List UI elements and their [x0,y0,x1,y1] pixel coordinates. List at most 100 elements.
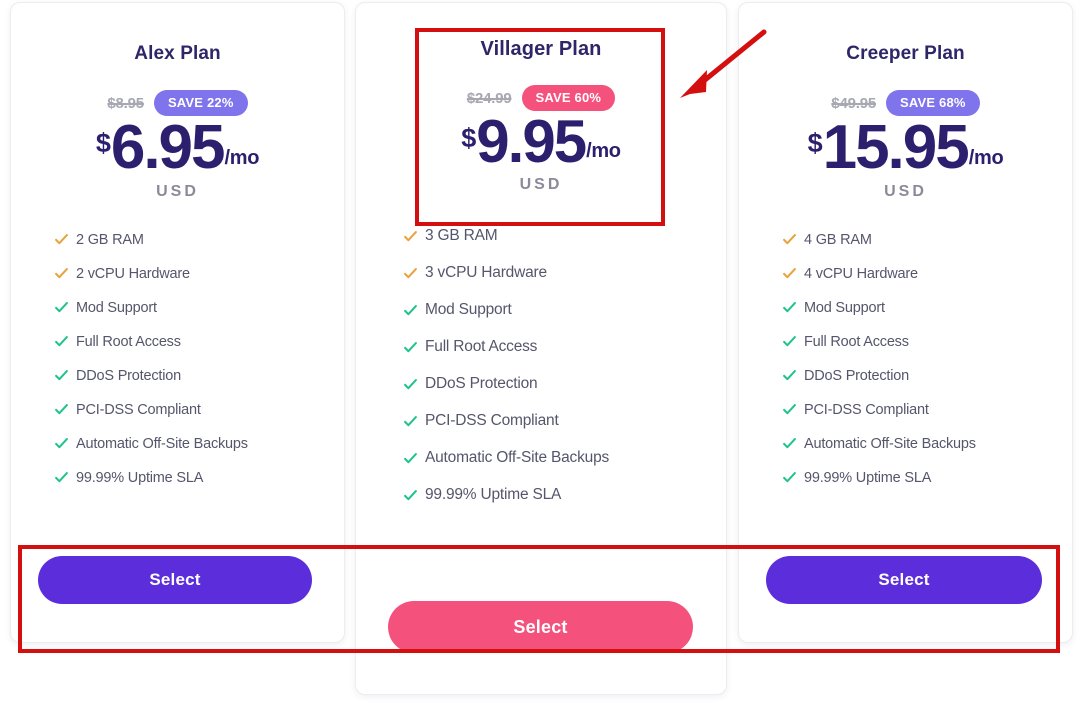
feature-label: Automatic Off-Site Backups [804,435,976,452]
list-item: Full Root Access [55,325,344,359]
pricing-card-alex[interactable]: Alex Plan $8.95 SAVE 22% $ 6.95 /mo USD … [10,2,345,643]
feature-label: 2 vCPU Hardware [76,265,190,282]
pricing-card-creeper[interactable]: Creeper Plan $49.95 SAVE 68% $ 15.95 /mo… [738,2,1073,643]
list-item: 99.99% Uptime SLA [404,477,726,514]
check-icon [55,403,68,416]
pricing-page: Alex Plan $8.95 SAVE 22% $ 6.95 /mo USD … [0,0,1083,703]
list-item: 2 vCPU Hardware [55,257,344,291]
check-icon [783,437,796,450]
feature-label: DDoS Protection [425,375,538,393]
current-price: $ 9.95 /mo [356,108,726,175]
select-button-villager[interactable]: Select [388,601,693,653]
old-price: $49.95 [831,94,876,112]
feature-label: Full Root Access [76,333,181,350]
plan-title: Villager Plan [480,38,602,60]
list-item: Automatic Off-Site Backups [404,440,726,477]
price-amount: 9.95 [476,108,587,175]
check-icon [783,403,796,416]
check-icon [783,233,796,246]
select-button-alex[interactable]: Select [38,556,312,604]
price-period: /mo [968,146,1004,169]
feature-label: 4 vCPU Hardware [804,265,918,282]
feature-label: Mod Support [425,301,512,319]
feature-label: PCI-DSS Compliant [425,412,559,430]
price-amount: 6.95 [110,113,226,182]
check-icon [404,378,417,391]
plan-title: Alex Plan [134,43,221,64]
feature-label: Automatic Off-Site Backups [76,435,248,452]
price-amount: 15.95 [822,113,970,182]
list-item: 3 vCPU Hardware [404,255,726,292]
feature-label: PCI-DSS Compliant [804,401,929,418]
list-item: Mod Support [783,291,1072,325]
feature-label: 2 GB RAM [76,231,144,248]
list-item: Full Root Access [783,325,1072,359]
feature-label: Mod Support [804,299,885,316]
feature-label: DDoS Protection [804,367,909,384]
check-icon [404,341,417,354]
list-item: Automatic Off-Site Backups [783,427,1072,461]
check-icon [55,267,68,280]
currency-symbol: $ [807,128,823,158]
list-item: PCI-DSS Compliant [783,393,1072,427]
list-item: Automatic Off-Site Backups [55,427,344,461]
feature-label: 99.99% Uptime SLA [76,469,204,486]
feature-label: Mod Support [76,299,157,316]
feature-label: 3 vCPU Hardware [425,264,547,282]
feature-list: 3 GB RAM 3 vCPU Hardware Mod Support Ful… [404,218,726,514]
list-item: 99.99% Uptime SLA [55,461,344,495]
list-item: Mod Support [404,292,726,329]
check-icon [783,335,796,348]
list-item: PCI-DSS Compliant [404,403,726,440]
check-icon [404,415,417,428]
feature-label: 4 GB RAM [804,231,872,248]
check-icon [404,489,417,502]
check-icon [404,304,417,317]
check-icon [783,369,796,382]
select-button-creeper[interactable]: Select [766,556,1042,604]
check-icon [404,267,417,280]
pricing-card-villager[interactable]: Villager Plan $24.99 SAVE 60% $ 9.95 /mo… [355,2,727,695]
list-item: 3 GB RAM [404,218,726,255]
currency-symbol: $ [95,128,111,158]
currency-code: USD [519,175,563,193]
currency-symbol: $ [461,123,477,153]
list-item: 4 vCPU Hardware [783,257,1072,291]
feature-list: 2 GB RAM 2 vCPU Hardware Mod Support Ful… [55,223,344,495]
price-period: /mo [586,139,621,162]
list-item: DDoS Protection [783,359,1072,393]
currency-code: USD [156,182,199,200]
price-period: /mo [224,146,260,169]
current-price: $ 15.95 /mo [739,113,1072,182]
check-icon [783,301,796,314]
old-price: $8.95 [107,94,144,112]
check-icon [404,230,417,243]
list-item: DDoS Protection [404,366,726,403]
check-icon [55,437,68,450]
check-icon [55,471,68,484]
currency-code: USD [884,182,927,200]
list-item: Mod Support [55,291,344,325]
list-item: PCI-DSS Compliant [55,393,344,427]
feature-list: 4 GB RAM 4 vCPU Hardware Mod Support Ful… [783,223,1072,495]
feature-label: DDoS Protection [76,367,181,384]
list-item: 2 GB RAM [55,223,344,257]
check-icon [55,301,68,314]
list-item: DDoS Protection [55,359,344,393]
check-icon [783,267,796,280]
check-icon [55,369,68,382]
check-icon [55,335,68,348]
feature-label: Automatic Off-Site Backups [425,449,610,467]
feature-label: 99.99% Uptime SLA [804,469,932,486]
old-price: $24.99 [466,89,512,107]
list-item: Full Root Access [404,329,726,366]
list-item: 4 GB RAM [783,223,1072,257]
plan-title: Creeper Plan [846,43,965,64]
feature-label: 99.99% Uptime SLA [425,486,562,504]
feature-label: Full Root Access [804,333,909,350]
check-icon [55,233,68,246]
check-icon [404,452,417,465]
feature-label: PCI-DSS Compliant [76,401,201,418]
feature-label: Full Root Access [425,338,538,356]
current-price: $ 6.95 /mo [11,113,344,182]
